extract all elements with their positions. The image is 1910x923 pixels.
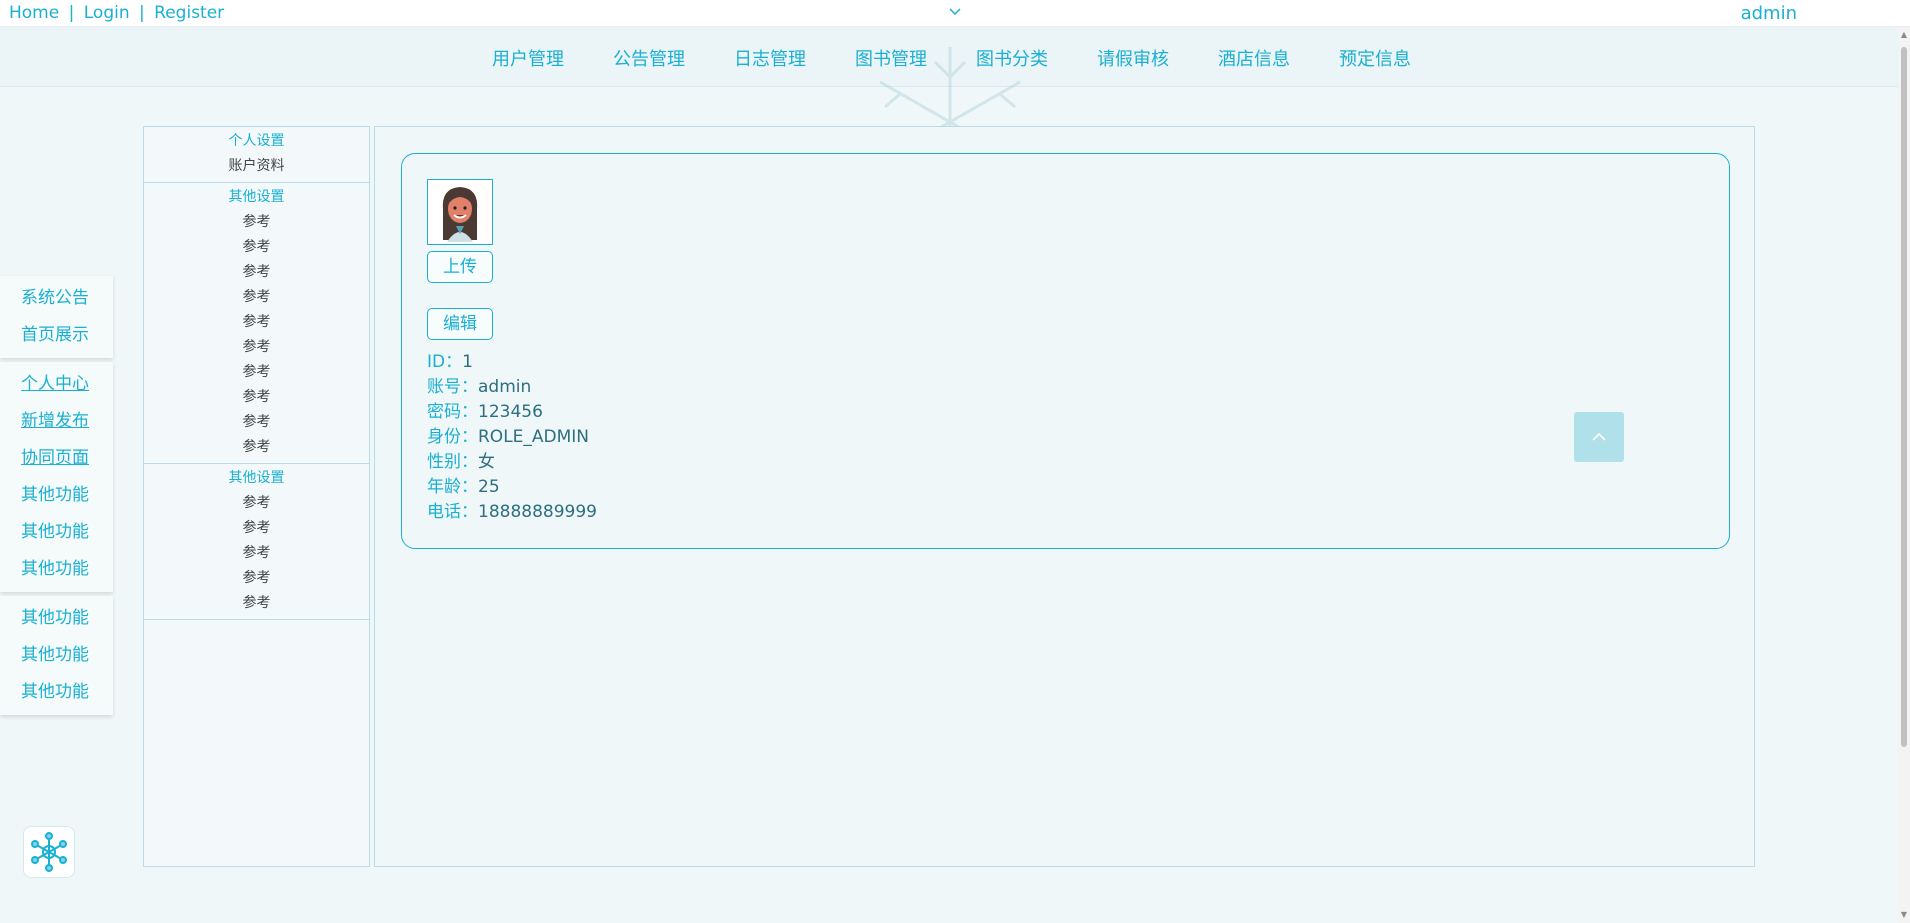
nav-item-leave-review[interactable]: 请假审核 (1097, 45, 1169, 71)
field-value: 18888889999 (478, 502, 597, 522)
sidebar-item-reference[interactable]: 参考 (144, 360, 369, 385)
section-head-other-settings[interactable]: 其他设置 (144, 185, 369, 210)
nav-item-user-management[interactable]: 用户管理 (492, 45, 564, 71)
sidebar-item-reference[interactable]: 参考 (144, 385, 369, 410)
sidebar-item-reference[interactable]: 参考 (144, 435, 369, 460)
field-value: 1 (462, 352, 473, 372)
sidebar-item-reference[interactable]: 参考 (144, 260, 369, 285)
float-menu-group: 个人中心 新增发布 协同页面 其他功能 其他功能 其他功能 (0, 362, 113, 592)
link-separator: | (68, 3, 75, 23)
login-link[interactable]: Login (84, 3, 130, 23)
current-user[interactable]: admin (1741, 3, 1797, 24)
profile-info: ID：1 账号：admin 密码：123456 身份：ROLE_ADMIN 性别… (427, 350, 597, 525)
sidebar-item-reference[interactable]: 参考 (144, 591, 369, 616)
field-value: 女 (478, 452, 495, 472)
float-menu-other[interactable]: 其他功能 (0, 514, 113, 551)
nav-item-book-management[interactable]: 图书管理 (855, 45, 927, 71)
sidebar-item-account-profile[interactable]: 账户资料 (144, 154, 369, 179)
field-gender: 性别：女 (427, 450, 597, 475)
float-menu-other[interactable]: 其他功能 (0, 674, 113, 711)
vertical-scrollbar[interactable]: ▲ ▼ (1898, 27, 1910, 923)
nav-item-booking-info[interactable]: 预定信息 (1339, 45, 1411, 71)
field-label: 账号： (427, 377, 478, 397)
sidebar-item-reference[interactable]: 参考 (144, 516, 369, 541)
field-id: ID：1 (427, 350, 597, 375)
chevron-up-icon (1592, 432, 1606, 441)
settings-section: 其他设置 参考 参考 参考 参考 参考 (144, 464, 369, 620)
settings-section: 个人设置 账户资料 (144, 127, 369, 183)
field-phone: 电话：18888889999 (427, 500, 597, 525)
section-head-other-settings[interactable]: 其他设置 (144, 466, 369, 491)
nav-item-notice-management[interactable]: 公告管理 (613, 45, 685, 71)
field-role: 身份：ROLE_ADMIN (427, 425, 597, 450)
float-menu-home-display[interactable]: 首页展示 (0, 317, 113, 354)
field-label: 性别： (427, 452, 478, 472)
profile-card: 上传 编辑 ID：1 账号：admin 密码：123456 身份：ROLE_AD… (401, 153, 1730, 549)
main-content: 上传 编辑 ID：1 账号：admin 密码：123456 身份：ROLE_AD… (374, 126, 1755, 867)
back-to-top-button[interactable] (1574, 412, 1624, 462)
field-label: 电话： (427, 502, 478, 522)
sidebar-item-reference[interactable]: 参考 (144, 335, 369, 360)
sidebar-item-reference[interactable]: 参考 (144, 566, 369, 591)
scrollbar-thumb[interactable] (1901, 47, 1907, 747)
top-bar: Home | Login | Register admin (0, 0, 1910, 27)
field-value: 123456 (478, 402, 543, 422)
sidebar-item-reference[interactable]: 参考 (144, 410, 369, 435)
floating-side-menu: 系统公告 首页展示 个人中心 新增发布 协同页面 其他功能 其他功能 其他功能 … (0, 276, 113, 719)
sidebar-item-reference[interactable]: 参考 (144, 491, 369, 516)
settings-section: 其他设置 参考 参考 参考 参考 参考 参考 参考 参考 参考 参考 (144, 183, 369, 464)
top-links: Home | Login | Register (9, 3, 224, 23)
nav-item-book-category[interactable]: 图书分类 (976, 45, 1048, 71)
float-menu-group: 其他功能 其他功能 其他功能 (0, 596, 113, 715)
home-link[interactable]: Home (9, 3, 59, 23)
link-separator: | (139, 3, 145, 23)
snowflake-logo-icon[interactable] (23, 826, 75, 878)
scroll-down-icon[interactable]: ▼ (1900, 911, 1908, 919)
upload-button[interactable]: 上传 (427, 251, 493, 283)
float-menu-other[interactable]: 其他功能 (0, 600, 113, 637)
float-menu-other[interactable]: 其他功能 (0, 637, 113, 674)
field-age: 年龄：25 (427, 475, 597, 500)
avatar (427, 179, 493, 245)
field-label: 身份： (427, 427, 478, 447)
field-label: ID： (427, 352, 463, 372)
main-nav: 用户管理 公告管理 日志管理 图书管理 图书分类 请假审核 酒店信息 预定信息 (0, 27, 1898, 197)
field-value: ROLE_ADMIN (478, 427, 590, 447)
field-account: 账号：admin (427, 375, 597, 400)
avatar-person-icon (442, 187, 478, 242)
nav-item-log-management[interactable]: 日志管理 (734, 45, 806, 71)
field-value: 25 (478, 477, 500, 497)
float-menu-other[interactable]: 其他功能 (0, 551, 113, 588)
float-menu-system-notice[interactable]: 系统公告 (0, 280, 113, 317)
float-menu-group: 系统公告 首页展示 (0, 276, 113, 358)
sidebar-item-reference[interactable]: 参考 (144, 310, 369, 335)
sidebar-item-reference[interactable]: 参考 (144, 285, 369, 310)
sidebar-item-reference[interactable]: 参考 (144, 541, 369, 566)
edit-button[interactable]: 编辑 (427, 308, 493, 340)
float-menu-other[interactable]: 其他功能 (0, 477, 113, 514)
float-menu-personal-center[interactable]: 个人中心 (0, 366, 113, 403)
float-menu-collab-page[interactable]: 协同页面 (0, 440, 113, 477)
field-label: 年龄： (427, 477, 478, 497)
chevron-down-icon[interactable] (947, 3, 963, 19)
section-head-personal-settings[interactable]: 个人设置 (144, 129, 369, 154)
scroll-up-icon[interactable]: ▲ (1900, 31, 1908, 39)
sidebar-item-reference[interactable]: 参考 (144, 210, 369, 235)
field-value: admin (478, 377, 532, 397)
nav-item-hotel-info[interactable]: 酒店信息 (1218, 45, 1290, 71)
float-menu-new-post[interactable]: 新增发布 (0, 403, 113, 440)
settings-sidebar: 个人设置 账户资料 其他设置 参考 参考 参考 参考 参考 参考 参考 参考 参… (143, 126, 370, 867)
field-password: 密码：123456 (427, 400, 597, 425)
register-link[interactable]: Register (154, 3, 224, 23)
field-label: 密码： (427, 402, 478, 422)
sidebar-item-reference[interactable]: 参考 (144, 235, 369, 260)
